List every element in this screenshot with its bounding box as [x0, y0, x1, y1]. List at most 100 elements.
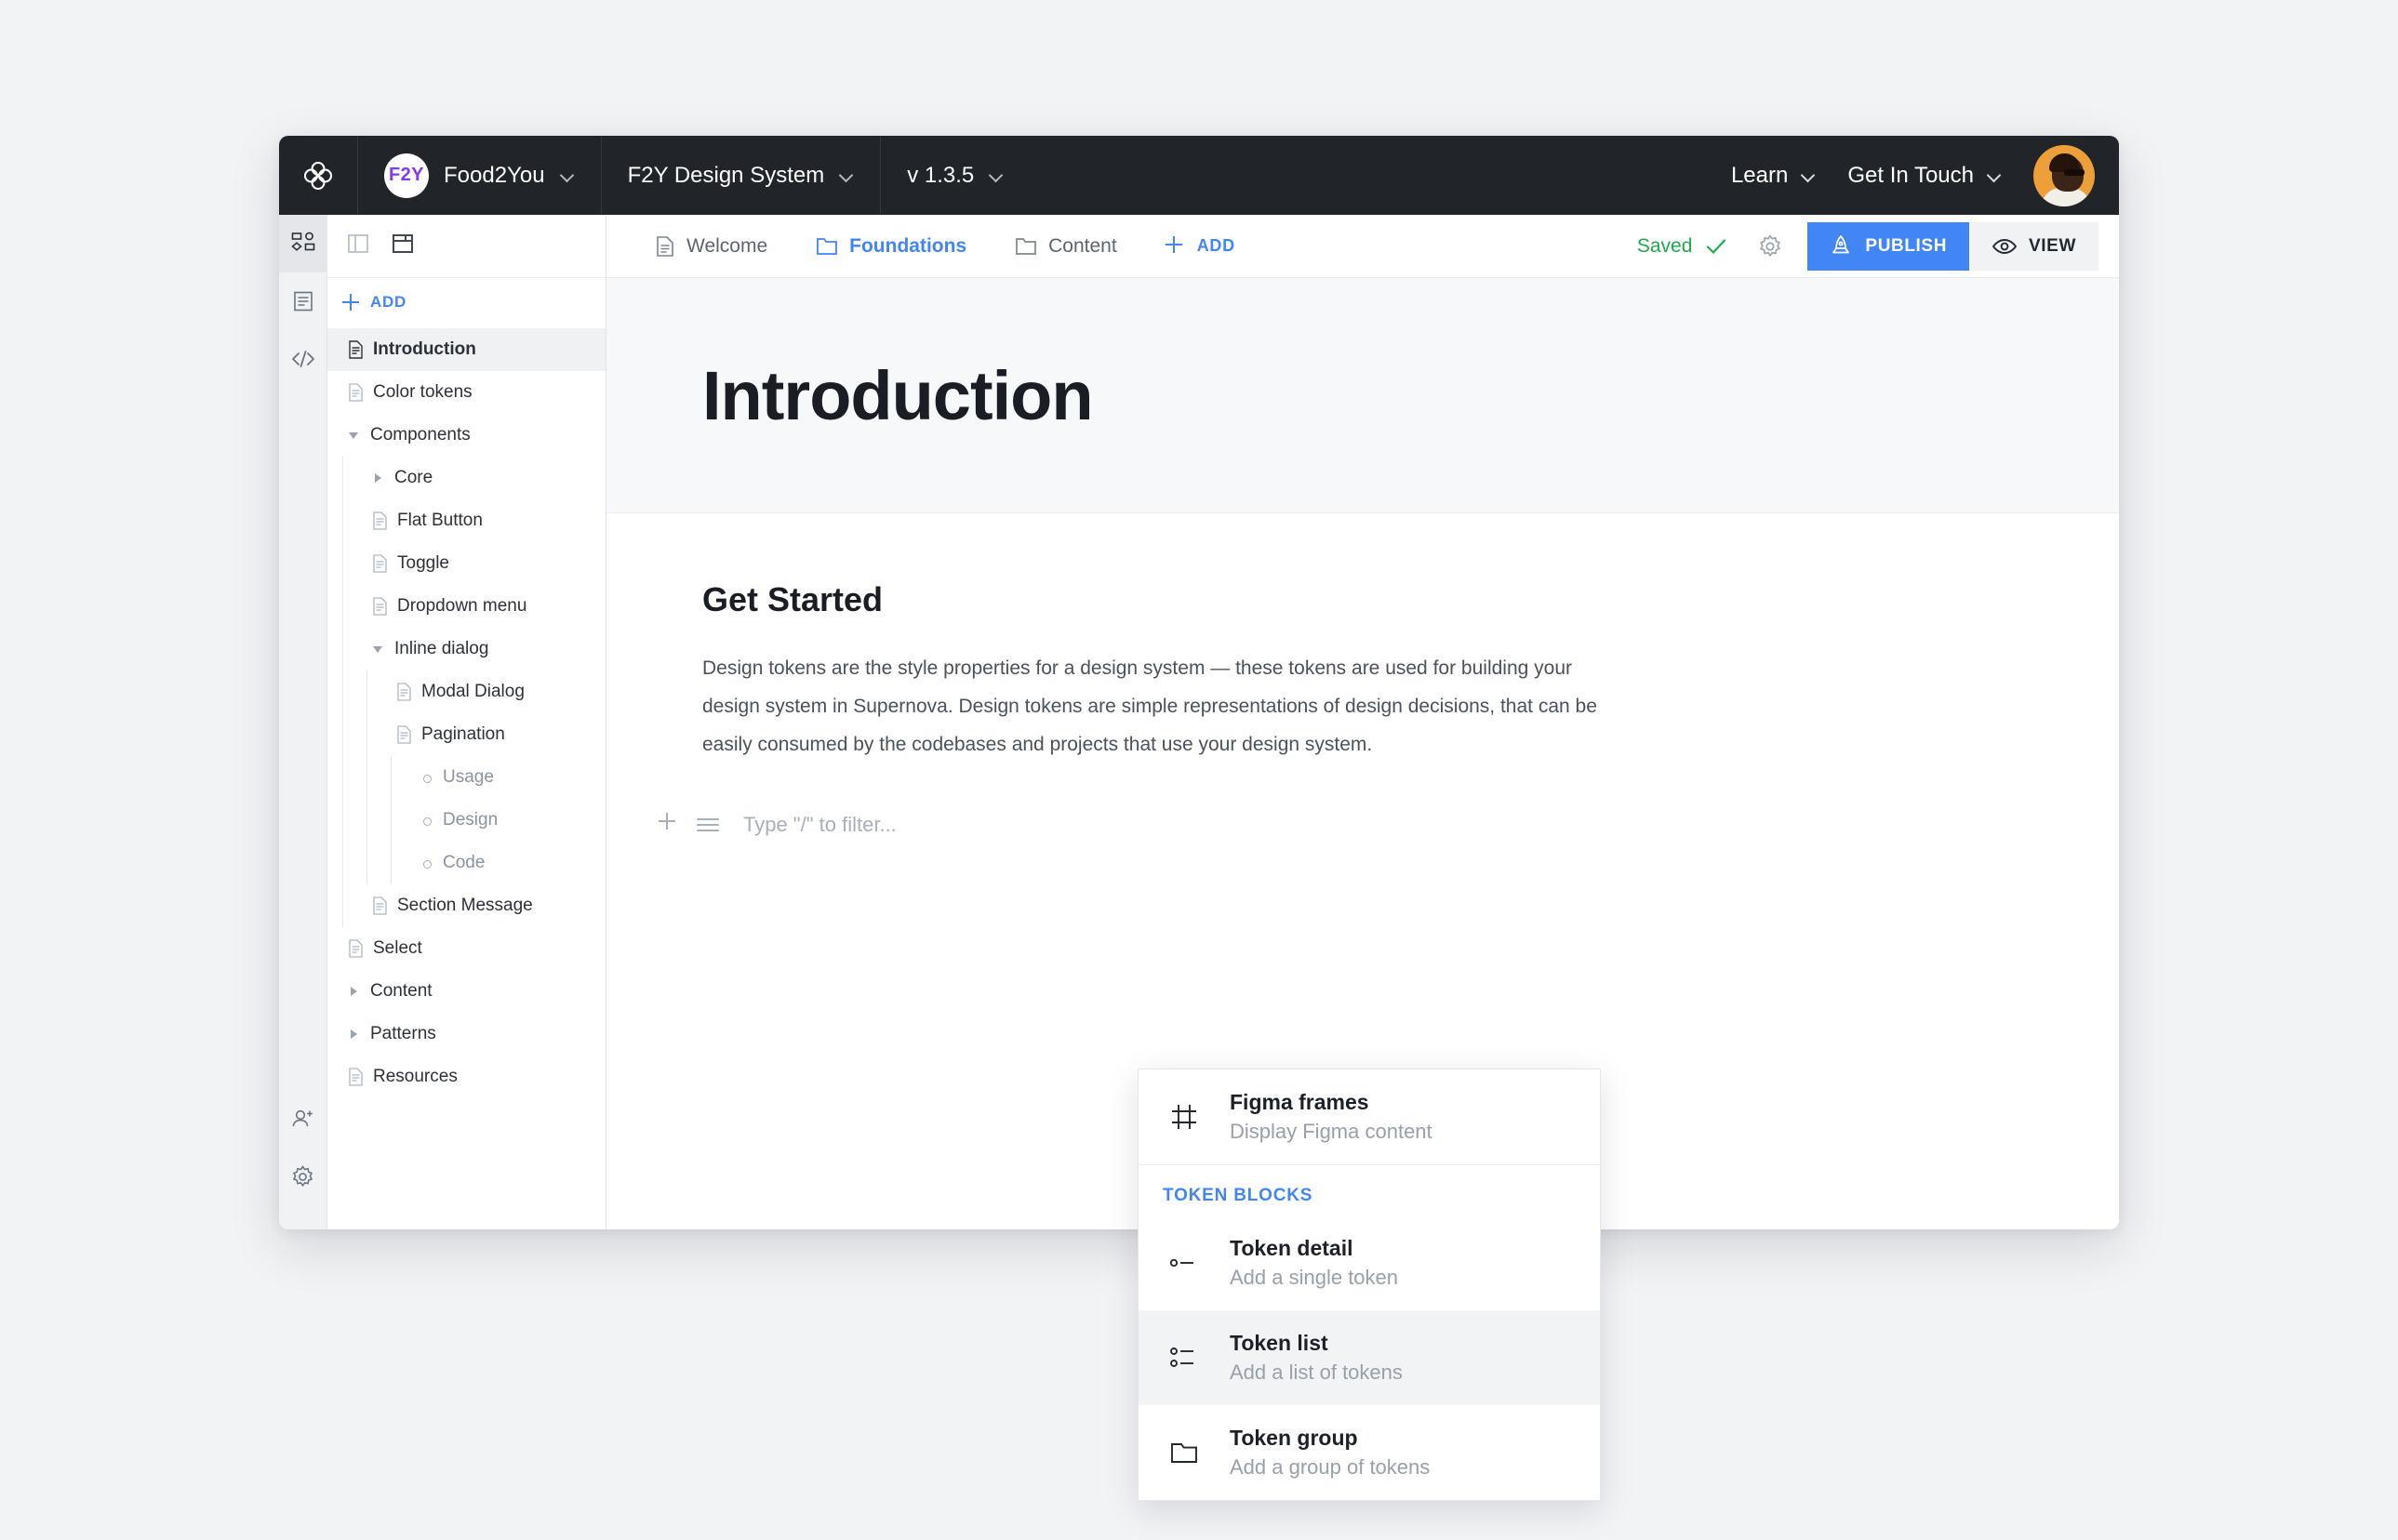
tree-item-color-tokens[interactable]: Color tokens [327, 371, 606, 414]
tree-guide-line [342, 842, 343, 884]
design-system-selector[interactable]: F2Y Design System [602, 136, 882, 215]
tab-content[interactable]: Content [991, 215, 1141, 278]
tree-guide-line [391, 799, 392, 842]
chevron-right-icon[interactable] [372, 471, 385, 485]
tab-content-label: Content [1048, 234, 1117, 257]
panel-split-icon[interactable] [346, 232, 370, 260]
rail-item-design-tokens[interactable] [278, 215, 327, 272]
tree-item-inline-dialog[interactable]: Inline dialog [327, 628, 606, 670]
menu-item-figma-frames[interactable]: Figma frames Display Figma content [1139, 1069, 1600, 1164]
tree-item-resources[interactable]: Resources [327, 1055, 606, 1098]
tree-item-content[interactable]: Content [327, 970, 606, 1013]
tree-item-select[interactable]: Select [327, 927, 606, 970]
supernova-logo-icon[interactable] [279, 136, 358, 215]
menu-item-token-detail[interactable]: Token detail Add a single token [1139, 1215, 1600, 1310]
rail-item-documentation[interactable] [279, 272, 327, 330]
menu-item-subtitle: Add a group of tokens [1230, 1455, 1431, 1479]
page-body: Get Started Design tokens are the style … [606, 513, 2119, 843]
add-block-button[interactable] [652, 806, 689, 843]
chevron-down-icon [989, 168, 1004, 183]
version-label: v 1.3.5 [907, 162, 975, 188]
block-options-button[interactable] [689, 806, 726, 843]
get-in-touch-menu[interactable]: Get In Touch [1847, 163, 2002, 189]
tree-item-core[interactable]: Core [327, 457, 606, 499]
add-page-button[interactable]: ADD [327, 278, 606, 326]
document-icon [373, 896, 387, 915]
workspace-selector[interactable]: F2Y Food2You [358, 136, 602, 215]
tree-item-code[interactable]: Code [327, 842, 606, 884]
view-label: VIEW [2029, 235, 2076, 256]
publish-button[interactable]: PUBLISH [1807, 221, 1970, 271]
bullet-icon [420, 771, 433, 784]
version-selector[interactable]: v 1.3.5 [881, 136, 1030, 215]
chevron-down-icon [839, 168, 854, 183]
chevron-down-icon[interactable] [348, 429, 361, 442]
bullet-icon [420, 856, 433, 870]
menu-lines-icon [697, 818, 719, 831]
page-tree-panel: ADD Introduction Color tokens Components Co… [327, 215, 606, 1229]
tree-item-label: Components [370, 425, 471, 445]
menu-item-text: Token detail Add a single token [1230, 1236, 1398, 1290]
chevron-right-icon[interactable] [348, 1028, 361, 1041]
gear-icon [1760, 233, 1781, 257]
publish-label: PUBLISH [1865, 235, 1948, 256]
menu-item-text: Token group Add a group of tokens [1230, 1426, 1430, 1480]
tree-guide-line [342, 884, 343, 927]
tab-welcome[interactable]: Welcome [631, 215, 792, 278]
folder-icon [817, 237, 838, 255]
menu-item-title: Token list [1230, 1331, 1328, 1355]
save-status: Saved [1637, 235, 1728, 258]
tree-guide-line [342, 670, 343, 713]
rail-item-settings[interactable] [279, 1148, 327, 1205]
panel-box-icon[interactable] [391, 232, 415, 260]
menu-item-subtitle: Display Figma content [1230, 1120, 1432, 1143]
rail-item-code[interactable] [279, 330, 327, 388]
page-settings-button[interactable] [1752, 228, 1789, 265]
chevron-down-icon [560, 168, 575, 183]
tree-item-section-message[interactable]: Section Message [327, 884, 606, 927]
menu-item-token-list[interactable]: Token list Add a list of tokens [1139, 1310, 1600, 1405]
block-filter-input[interactable]: Type "/" to filter... [743, 813, 897, 837]
menu-item-token-group[interactable]: Token group Add a group of tokens [1139, 1405, 1600, 1500]
document-icon [397, 683, 411, 701]
avatar[interactable] [2033, 144, 2095, 206]
section-heading: Get Started [702, 580, 884, 618]
tree-item-introduction[interactable]: Introduction [327, 328, 606, 371]
workspace-name: Food2You [444, 162, 545, 188]
document-icon [349, 939, 363, 958]
tree-item-patterns[interactable]: Patterns [327, 1013, 606, 1055]
chevron-down-icon[interactable] [372, 643, 385, 656]
design-system-name: F2Y Design System [627, 162, 825, 188]
add-tab-button[interactable]: ADD [1141, 215, 1259, 278]
tree-guide-line [342, 713, 343, 756]
menu-item-title: Figma frames [1230, 1090, 1369, 1114]
view-button[interactable]: VIEW [1969, 221, 2098, 271]
plus-icon [342, 294, 359, 311]
tree-item-label: Core [394, 468, 433, 487]
tree-guide-line [366, 713, 367, 756]
menu-item-subtitle: Add a single token [1230, 1266, 1399, 1289]
tree-item-dropdown-menu[interactable]: Dropdown menu [327, 585, 606, 628]
tree-guide-line [366, 670, 367, 713]
menu-section-label: TOKEN BLOCKS [1163, 1186, 1313, 1205]
document-icon [657, 235, 673, 257]
tab-foundations[interactable]: Foundations [792, 215, 991, 278]
tree-guide-line [342, 585, 343, 628]
tree-item-label: Inline dialog [394, 639, 489, 658]
plus-icon [659, 813, 683, 837]
rail-item-invite-member[interactable] [279, 1090, 327, 1148]
learn-menu[interactable]: Learn [1731, 163, 1816, 189]
tree-item-pagination[interactable]: Pagination [327, 713, 606, 756]
tree-item-flat-button[interactable]: Flat Button [327, 499, 606, 542]
tree-item-usage[interactable]: Usage [327, 756, 606, 799]
tree-item-design[interactable]: Design [327, 799, 606, 842]
tree-item-components[interactable]: Components [327, 414, 606, 457]
tree-item-modal-dialog[interactable]: Modal Dialog [327, 670, 606, 713]
tree-guide-line [342, 499, 343, 542]
tree-item-toggle[interactable]: Toggle [327, 542, 606, 585]
page-title: Introduction [702, 356, 1094, 434]
add-page-label: ADD [370, 293, 406, 311]
chevron-right-icon[interactable] [348, 985, 361, 998]
tree-item-label: Usage [443, 767, 494, 787]
chevron-down-icon [1801, 168, 1816, 183]
